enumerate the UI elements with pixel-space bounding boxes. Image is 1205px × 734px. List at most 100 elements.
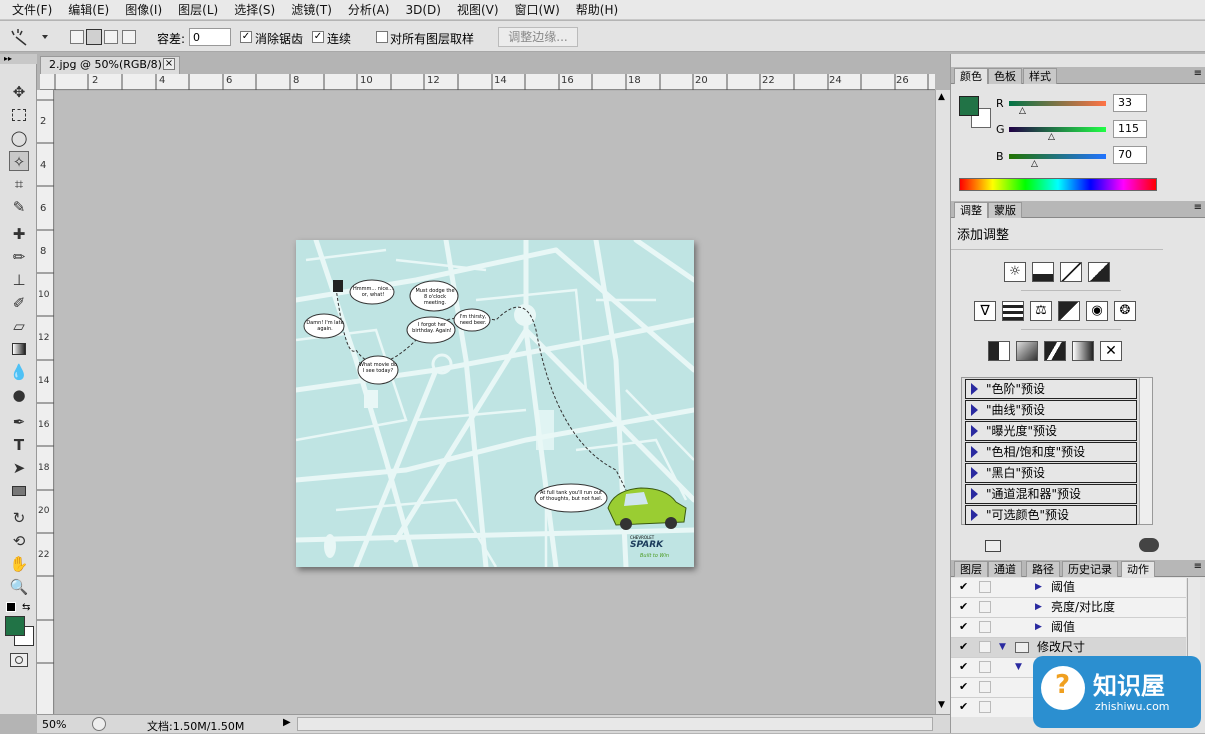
clone-stamp-tool-icon[interactable]: ⊥ <box>9 270 29 290</box>
preset-selective-color[interactable]: "可选颜色"预设 <box>965 505 1137 525</box>
history-brush-tool-icon[interactable]: ✐ <box>9 293 29 313</box>
3d-rotate-tool-icon[interactable]: ↻ <box>9 508 29 528</box>
tab-history[interactable]: 历史记录 <box>1062 561 1118 577</box>
hand-tool-icon[interactable]: ✋ <box>9 554 29 574</box>
invert-icon[interactable] <box>988 341 1010 361</box>
document-image[interactable]: Damn! I'm late again. Hmmm... nice... or… <box>293 237 697 570</box>
black-white-icon[interactable] <box>1058 301 1080 321</box>
preset-channel-mixer[interactable]: "通道混和器"预设 <box>965 484 1137 504</box>
selective-color-icon[interactable]: ✕ <box>1100 341 1122 361</box>
all-layers-checkbox[interactable] <box>376 31 388 43</box>
action-set-row[interactable]: ✔ ▼ 修改尺寸 <box>951 638 1186 658</box>
horizontal-scrollbar[interactable] <box>297 717 933 731</box>
close-icon[interactable]: × <box>163 58 175 70</box>
channel-mixer-icon[interactable]: ❂ <box>1114 301 1136 321</box>
blur-tool-icon[interactable]: 💧 <box>9 362 29 382</box>
antialias-checkbox[interactable]: ✓ <box>240 31 252 43</box>
expand-triangle-icon[interactable]: ▶ <box>1035 618 1042 637</box>
tab-layers[interactable]: 图层 <box>954 561 988 577</box>
r-slider-handle-icon[interactable]: △ <box>1019 106 1026 116</box>
expand-triangle-icon[interactable]: ▶ <box>1035 578 1042 597</box>
menu-filter[interactable]: 滤镜(T) <box>283 1 340 19</box>
3d-orbit-tool-icon[interactable]: ⟲ <box>9 531 29 551</box>
tab-swatches[interactable]: 色板 <box>988 68 1022 84</box>
menu-3d[interactable]: 3D(D) <box>397 1 448 19</box>
tool-preset-picker[interactable] <box>4 27 54 47</box>
status-menu-icon[interactable] <box>92 717 106 731</box>
foreground-swatch[interactable] <box>959 96 979 116</box>
zoom-tool-icon[interactable]: 🔍 <box>9 577 29 597</box>
gradient-tool-icon[interactable] <box>9 339 29 359</box>
g-slider[interactable] <box>1009 127 1106 132</box>
action-row[interactable]: ✔ ▶ 阈值 <box>951 578 1186 598</box>
check-icon[interactable]: ✔ <box>959 581 971 593</box>
subtract-selection-button[interactable] <box>104 30 118 44</box>
marquee-tool-icon[interactable] <box>9 105 29 125</box>
scroll-down-icon[interactable]: ▼ <box>938 700 945 710</box>
menu-image[interactable]: 图像(I) <box>117 1 170 19</box>
color-spectrum-bar[interactable] <box>959 178 1157 191</box>
vertical-scrollbar[interactable]: ▲ ▼ <box>935 90 950 714</box>
posterize-icon[interactable] <box>1016 341 1038 361</box>
preset-black-white[interactable]: "黑白"预设 <box>965 463 1137 483</box>
swap-colors-icon[interactable]: ⇆ <box>22 602 30 613</box>
default-colors-icon[interactable] <box>6 602 16 612</box>
menu-file[interactable]: 文件(F) <box>4 1 60 19</box>
collapse-triangle-icon[interactable]: ▼ <box>999 638 1006 657</box>
menu-window[interactable]: 窗口(W) <box>507 1 568 19</box>
quick-mask-icon[interactable] <box>10 653 28 667</box>
panel-menu-icon[interactable]: ≡ <box>1194 202 1202 213</box>
clip-to-layer-icon[interactable] <box>1139 538 1159 552</box>
menu-layer[interactable]: 图层(L) <box>170 1 226 19</box>
color-balance-icon[interactable]: ⚖ <box>1030 301 1052 321</box>
check-icon[interactable]: ✔ <box>959 701 971 713</box>
dialog-toggle[interactable] <box>979 581 991 593</box>
vibrance-icon[interactable]: ∇ <box>974 301 996 321</box>
b-slider-handle-icon[interactable]: △ <box>1031 159 1038 169</box>
b-slider[interactable] <box>1009 154 1106 159</box>
photo-filter-icon[interactable]: ◉ <box>1086 301 1108 321</box>
tab-adjustments[interactable]: 调整 <box>954 202 988 218</box>
panel-menu-icon[interactable]: ≡ <box>1194 561 1202 572</box>
collapse-triangle-icon[interactable]: ▼ <box>1015 658 1022 677</box>
tab-color[interactable]: 颜色 <box>954 68 988 84</box>
dialog-toggle[interactable] <box>979 601 991 613</box>
contiguous-checkbox[interactable]: ✓ <box>312 31 324 43</box>
g-slider-handle-icon[interactable]: △ <box>1048 132 1055 142</box>
preset-scrollbar[interactable] <box>1139 378 1152 524</box>
eyedropper-tool-icon[interactable]: ✎ <box>9 197 29 217</box>
levels-icon[interactable] <box>1032 262 1054 282</box>
b-value-input[interactable]: 70 <box>1113 146 1147 164</box>
menu-select[interactable]: 选择(S) <box>226 1 283 19</box>
eraser-tool-icon[interactable]: ▱ <box>9 316 29 336</box>
expand-triangle-icon[interactable]: ▶ <box>1035 598 1042 617</box>
preset-hue-saturation[interactable]: "色相/饱和度"预设 <box>965 442 1137 462</box>
new-selection-button[interactable] <box>70 30 84 44</box>
tab-styles[interactable]: 样式 <box>1023 68 1057 84</box>
check-icon[interactable]: ✔ <box>959 681 971 693</box>
dialog-toggle[interactable] <box>979 661 991 673</box>
move-tool-icon[interactable]: ✥ <box>9 82 29 102</box>
tab-channels[interactable]: 通道 <box>988 561 1022 577</box>
pen-tool-icon[interactable]: ✒ <box>9 412 29 432</box>
menu-analysis[interactable]: 分析(A) <box>340 1 398 19</box>
check-icon[interactable]: ✔ <box>959 641 971 653</box>
menu-help[interactable]: 帮助(H) <box>568 1 626 19</box>
lasso-tool-icon[interactable]: ◯ <box>9 128 29 148</box>
healing-brush-tool-icon[interactable]: ✚ <box>9 224 29 244</box>
crop-tool-icon[interactable]: ⌗ <box>9 174 29 194</box>
refine-edge-button[interactable]: 调整边缘... <box>498 27 578 47</box>
toolbox-grip[interactable]: ▸▸ <box>0 54 37 64</box>
type-tool-icon[interactable]: T <box>9 435 29 455</box>
panel-menu-icon[interactable]: ≡ <box>1194 68 1202 79</box>
document-tab[interactable]: 2.jpg @ 50%(RGB/8) × <box>40 56 180 74</box>
curves-icon[interactable] <box>1060 262 1082 282</box>
tab-masks[interactable]: 蒙版 <box>988 202 1022 218</box>
action-row[interactable]: ✔ ▶ 亮度/对比度 <box>951 598 1186 618</box>
dialog-toggle[interactable] <box>979 621 991 633</box>
preset-curves[interactable]: "曲线"预设 <box>965 400 1137 420</box>
scroll-up-icon[interactable]: ▲ <box>938 92 945 102</box>
r-value-input[interactable]: 33 <box>1113 94 1147 112</box>
preset-exposure[interactable]: "曝光度"预设 <box>965 421 1137 441</box>
shape-tool-icon[interactable] <box>9 481 29 501</box>
